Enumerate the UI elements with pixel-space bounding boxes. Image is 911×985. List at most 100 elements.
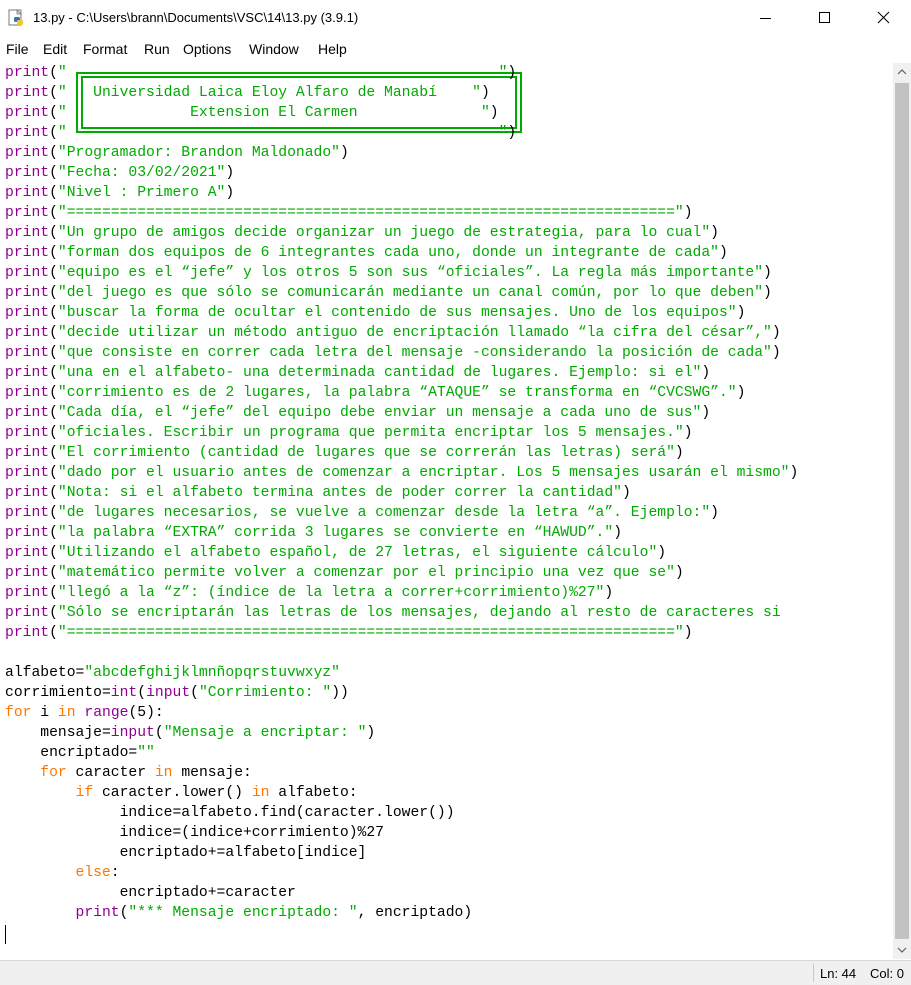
code-token: "" xyxy=(137,745,155,761)
code-token: print xyxy=(5,225,50,241)
vertical-scrollbar[interactable] xyxy=(893,63,911,959)
code-line[interactable]: print("Utilizando el alfabeto español, d… xyxy=(5,543,666,563)
code-line[interactable]: print("de lugares necesarios, se vuelve … xyxy=(5,503,719,523)
menu-format[interactable]: Format xyxy=(83,41,127,57)
code-line[interactable]: corrimiento=int(input("Corrimiento: ")) xyxy=(5,683,349,703)
code-token: ) xyxy=(701,365,711,381)
code-token: ) xyxy=(604,585,614,601)
code-line[interactable]: encriptado+=alfabeto[indice] xyxy=(5,843,367,863)
code-token: " " xyxy=(57,125,508,141)
code-token: print xyxy=(5,105,50,121)
close-button[interactable] xyxy=(853,0,911,37)
code-token: alfabeto= xyxy=(5,665,85,681)
code-token: "la palabra “EXTRA” corrida 3 lugares se… xyxy=(57,525,614,541)
code-token: ( xyxy=(49,405,58,421)
code-line[interactable]: for i in range(5): xyxy=(5,703,164,723)
code-token: in xyxy=(154,765,173,781)
code-line[interactable]: if caracter.lower() in alfabeto: xyxy=(5,783,358,803)
scroll-up-icon[interactable] xyxy=(893,63,911,81)
menu-run[interactable]: Run xyxy=(144,41,170,57)
code-token: "Un grupo de amigos decide organizar un … xyxy=(57,225,711,241)
code-token: ) xyxy=(771,325,781,341)
code-line[interactable]: print("*** Mensaje encriptado: ", encrip… xyxy=(5,903,473,923)
status-bar: Ln: 44 Col: 0 xyxy=(0,960,911,985)
code-line[interactable]: print("corrimiento es de 2 lugares, la p… xyxy=(5,383,745,403)
code-line[interactable]: print("dado por el usuario antes de come… xyxy=(5,463,798,483)
code-token: ) xyxy=(622,485,631,501)
status-divider xyxy=(813,964,814,982)
status-column: Col: 0 xyxy=(870,966,904,981)
code-line[interactable]: print("llegó a la “z”: (índice de la let… xyxy=(5,583,613,603)
scrollbar-thumb[interactable] xyxy=(895,83,909,939)
code-line[interactable]: print("Programador: Brandon Maldonado") xyxy=(5,143,349,163)
code-line[interactable]: encriptado+=caracter xyxy=(5,883,296,903)
code-token: print xyxy=(5,145,50,161)
code-token: ) xyxy=(763,285,772,301)
code-line[interactable]: indice=alfabeto.find(caracter.lower()) xyxy=(5,803,455,823)
code-line[interactable]: mensaje=input("Mensaje a encriptar: ") xyxy=(5,723,375,743)
minimize-button[interactable] xyxy=(737,0,795,37)
code-line[interactable]: print("forman dos equipos de 6 integrant… xyxy=(5,243,728,263)
code-token: "una en el alfabeto- una determinada can… xyxy=(57,365,702,381)
code-line[interactable]: print("Un grupo de amigos decide organiz… xyxy=(5,223,719,243)
code-line[interactable]: print(" Universidad Laica Eloy Alfaro de… xyxy=(5,83,490,103)
code-line[interactable]: else: xyxy=(5,863,120,883)
code-line[interactable]: print("la palabra “EXTRA” corrida 3 luga… xyxy=(5,523,622,543)
code-line[interactable]: print("buscar la forma de ocultar el con… xyxy=(5,303,745,323)
code-token: indice=alfabeto.find(caracter.lower()) xyxy=(5,805,455,821)
code-token: print xyxy=(5,525,50,541)
menu-edit[interactable]: Edit xyxy=(43,41,67,57)
code-token: "Sólo se encriptarán las letras de los m… xyxy=(57,605,781,621)
code-token: ) xyxy=(507,125,517,141)
code-line[interactable]: print("que consiste en correr cada letra… xyxy=(5,343,781,363)
menu-help[interactable]: Help xyxy=(318,41,347,57)
code-token: print xyxy=(5,605,50,621)
code-line[interactable]: print("equipo es el “jefe” y los otros 5… xyxy=(5,263,772,283)
code-line[interactable]: print("matemático permite volver a comen… xyxy=(5,563,684,583)
code-token: ( xyxy=(49,385,58,401)
menu-bar: File Edit Format Run Options Window Help xyxy=(0,37,911,62)
code-line[interactable]: print("oficiales. Escribir un programa q… xyxy=(5,423,693,443)
code-token: "Nivel : Primero A" xyxy=(57,185,226,201)
code-token: ( xyxy=(49,505,58,521)
menu-file[interactable]: File xyxy=(6,41,29,57)
code-line[interactable]: for caracter in mensaje: xyxy=(5,763,252,783)
window-title: 13.py - C:\Users\brann\Documents\VSC\14\… xyxy=(33,10,359,25)
code-line[interactable]: print("Nivel : Primero A") xyxy=(5,183,234,203)
code-line[interactable]: print("El corrimiento (cantidad de lugar… xyxy=(5,443,684,463)
title-bar[interactable]: 13.py - C:\Users\brann\Documents\VSC\14\… xyxy=(0,0,911,37)
code-token: ( xyxy=(49,225,58,241)
code-token: print xyxy=(5,65,50,81)
code-token: print xyxy=(5,465,50,481)
text-cursor xyxy=(5,925,6,944)
code-token: print xyxy=(5,585,50,601)
code-token: ) xyxy=(771,345,781,361)
code-line[interactable]: print("Sólo se encriptarán las letras de… xyxy=(5,603,781,623)
code-line[interactable]: encriptado="" xyxy=(5,743,155,763)
code-line[interactable]: print("=================================… xyxy=(5,623,693,643)
code-line[interactable]: print(" ") xyxy=(5,123,516,143)
code-token: )) xyxy=(331,685,349,701)
code-token: : xyxy=(110,865,120,881)
maximize-button[interactable] xyxy=(795,0,853,37)
scroll-down-icon[interactable] xyxy=(893,941,911,959)
code-editor[interactable]: print(" ") print(" Universidad Laica Eloy… xyxy=(0,63,893,959)
code-token: ( xyxy=(137,685,147,701)
code-line[interactable]: print("=================================… xyxy=(5,203,693,223)
code-line[interactable]: print("del juego es que sólo se comunica… xyxy=(5,283,772,303)
code-line[interactable]: alfabeto="abcdefghijklmnñopqrstuvwxyz" xyxy=(5,663,340,683)
code-token: print xyxy=(5,405,50,421)
menu-options[interactable]: Options xyxy=(183,41,231,57)
code-line[interactable]: print("Cada día, el “jefe” del equipo de… xyxy=(5,403,710,423)
code-line[interactable]: print(" ") xyxy=(5,63,516,83)
code-line[interactable]: print("una en el alfabeto- una determina… xyxy=(5,363,710,383)
code-line[interactable]: print("Fecha: 03/02/2021") xyxy=(5,163,234,183)
code-line[interactable]: print("decide utilizar un método antiguo… xyxy=(5,323,781,343)
python-file-icon xyxy=(8,9,23,26)
code-token: ) xyxy=(225,185,235,201)
code-token: print xyxy=(5,625,50,641)
menu-window[interactable]: Window xyxy=(249,41,299,57)
code-line[interactable]: print(" Extension El Carmen ") xyxy=(5,103,499,123)
code-line[interactable]: print("Nota: si el alfabeto termina ante… xyxy=(5,483,631,503)
code-line[interactable]: indice=(indice+corrimiento)%27 xyxy=(5,823,384,843)
